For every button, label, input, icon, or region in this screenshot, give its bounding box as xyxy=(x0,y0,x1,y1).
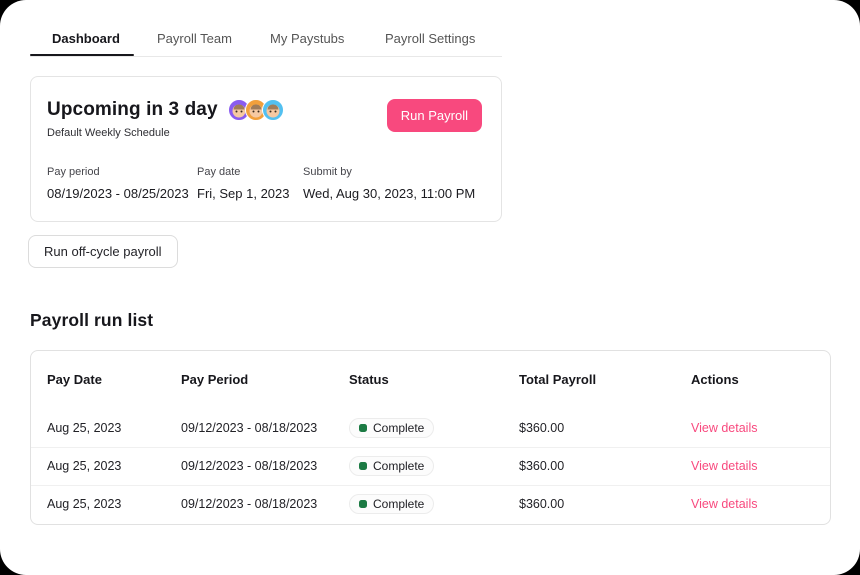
table-header-row: Pay Date Pay Period Status Total Payroll… xyxy=(31,372,830,388)
status-badge: Complete xyxy=(349,418,434,438)
submit-by-label: Submit by xyxy=(303,166,475,178)
status-badge: Complete xyxy=(349,456,434,476)
upcoming-card-header: Upcoming in 3 day xyxy=(47,99,284,121)
employee-avatar-3 xyxy=(262,99,284,121)
active-tab-indicator xyxy=(30,54,134,56)
status-badge: Complete xyxy=(349,494,434,514)
table-row: Aug 25, 2023 09/12/2023 - 08/18/2023 Com… xyxy=(31,485,830,523)
column-header-pay-period: Pay Period xyxy=(181,372,248,387)
status-dot-icon xyxy=(359,500,367,508)
submit-by-value: Wed, Aug 30, 2023, 11:00 PM xyxy=(303,186,475,201)
view-details-link[interactable]: View details xyxy=(691,421,757,435)
payroll-run-table: Pay Date Pay Period Status Total Payroll… xyxy=(30,350,831,525)
pay-period-field: Pay period 08/19/2023 - 08/25/2023 xyxy=(47,166,189,201)
cell-pay-period: 09/12/2023 - 08/18/2023 xyxy=(181,421,317,435)
pay-date-value: Fri, Sep 1, 2023 xyxy=(197,186,290,201)
payroll-dashboard-page: Dashboard Payroll Team My Paystubs Payro… xyxy=(0,0,860,575)
cell-status: Complete xyxy=(349,418,434,438)
status-dot-icon xyxy=(359,424,367,432)
cell-total-payroll: $360.00 xyxy=(519,421,564,435)
column-header-status: Status xyxy=(349,372,389,387)
table-row: Aug 25, 2023 09/12/2023 - 08/18/2023 Com… xyxy=(31,409,830,448)
upcoming-title: Upcoming in 3 day xyxy=(47,99,218,121)
pay-period-label: Pay period xyxy=(47,166,189,178)
column-header-actions: Actions xyxy=(691,372,739,387)
tab-bar: Dashboard Payroll Team My Paystubs Payro… xyxy=(30,28,502,57)
submit-by-field: Submit by Wed, Aug 30, 2023, 11:00 PM xyxy=(303,166,475,201)
cell-status: Complete xyxy=(349,456,434,476)
tab-my-paystubs[interactable]: My Paystubs xyxy=(270,31,344,46)
cell-pay-date: Aug 25, 2023 xyxy=(47,459,121,473)
cell-pay-period: 09/12/2023 - 08/18/2023 xyxy=(181,459,317,473)
cell-pay-period: 09/12/2023 - 08/18/2023 xyxy=(181,497,317,511)
cell-total-payroll: $360.00 xyxy=(519,497,564,511)
pay-date-field: Pay date Fri, Sep 1, 2023 xyxy=(197,166,290,201)
cell-status: Complete xyxy=(349,494,434,514)
pay-date-label: Pay date xyxy=(197,166,290,178)
tab-payroll-team[interactable]: Payroll Team xyxy=(157,31,232,46)
run-off-cycle-payroll-button[interactable]: Run off-cycle payroll xyxy=(28,235,178,268)
schedule-subtitle: Default Weekly Schedule xyxy=(47,127,170,139)
upcoming-payroll-card: Upcoming in 3 day Run Payroll Default We… xyxy=(30,76,502,222)
column-header-total-payroll: Total Payroll xyxy=(519,372,596,387)
pay-period-value: 08/19/2023 - 08/25/2023 xyxy=(47,186,189,201)
employee-avatar-group xyxy=(228,99,284,121)
cell-pay-date: Aug 25, 2023 xyxy=(47,421,121,435)
tab-payroll-settings[interactable]: Payroll Settings xyxy=(385,31,475,46)
table-row: Aug 25, 2023 09/12/2023 - 08/18/2023 Com… xyxy=(31,447,830,486)
payroll-run-list-title: Payroll run list xyxy=(30,310,153,331)
status-dot-icon xyxy=(359,462,367,470)
view-details-link[interactable]: View details xyxy=(691,459,757,473)
tab-dashboard[interactable]: Dashboard xyxy=(52,31,120,46)
cell-total-payroll: $360.00 xyxy=(519,459,564,473)
view-details-link[interactable]: View details xyxy=(691,497,757,511)
cell-pay-date: Aug 25, 2023 xyxy=(47,497,121,511)
run-payroll-button[interactable]: Run Payroll xyxy=(387,99,482,132)
column-header-pay-date: Pay Date xyxy=(47,372,102,387)
